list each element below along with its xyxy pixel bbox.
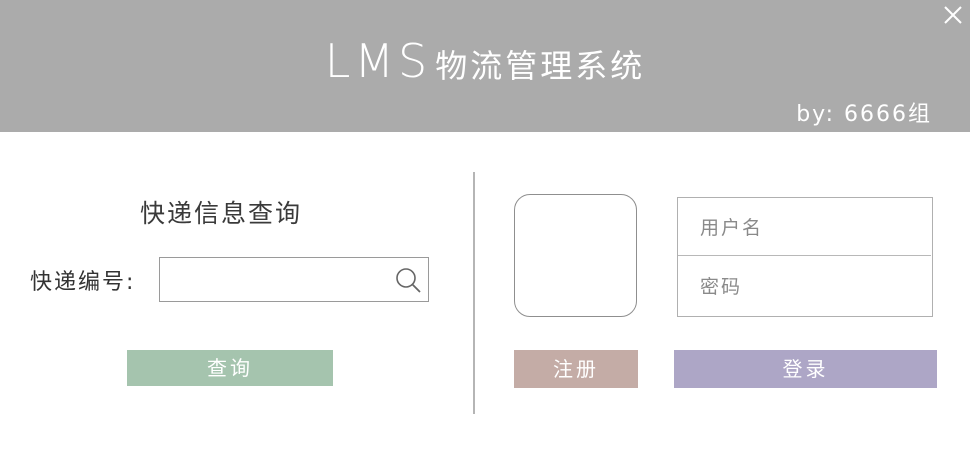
app-window: LMS物流管理系统 by: 6666组 快递信息查询 快递编号: 查询 注册 登… — [0, 0, 970, 458]
close-button[interactable] — [942, 4, 964, 26]
password-field[interactable] — [678, 257, 931, 315]
panel-divider — [473, 172, 475, 414]
app-title-brand: LMS — [324, 34, 432, 88]
byline: by: 6666组 — [796, 102, 932, 127]
username-field[interactable] — [678, 198, 931, 256]
register-button[interactable]: 注册 — [514, 350, 638, 388]
app-title: LMS 物流管理系统 — [0, 34, 970, 88]
avatar — [514, 194, 637, 317]
login-button[interactable]: 登录 — [674, 350, 937, 388]
query-button[interactable]: 查询 — [127, 350, 333, 386]
close-icon — [944, 6, 962, 24]
password-input[interactable] — [698, 271, 922, 303]
login-form — [677, 197, 933, 317]
username-input[interactable] — [698, 212, 922, 244]
query-panel-title: 快递信息查询 — [140, 199, 303, 228]
tracking-number-label: 快递编号: — [30, 270, 136, 295]
tracking-number-field[interactable] — [159, 257, 429, 302]
tracking-number-input[interactable] — [166, 264, 390, 296]
search-icon[interactable] — [394, 266, 422, 294]
app-title-subtitle: 物流管理系统 — [435, 47, 646, 85]
header-banner: LMS 物流管理系统 by: 6666组 — [0, 0, 970, 132]
